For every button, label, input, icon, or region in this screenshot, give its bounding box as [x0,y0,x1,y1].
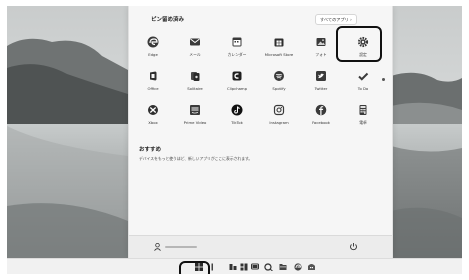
app-tile-twitter[interactable]: Twitter [302,67,340,99]
app-tile-photos[interactable]: フォト [302,33,340,65]
app-label: Twitter [314,86,328,91]
settings-highlight-annotation [336,26,382,62]
photos-icon [316,38,326,46]
app-label: 電卓 [359,120,367,125]
app-tile-calculator[interactable]: 電卓 [344,101,382,133]
recommended-empty-text: デバイスをもっと使うほど、新しいアプリがここに表示されます。 [139,156,253,161]
app-label: Clipchamp [226,86,248,91]
app-tile-tiktok[interactable]: TikTok [218,101,256,133]
prime-video-icon [190,105,200,115]
app-label: Instagram [269,120,289,125]
user-icon[interactable] [154,243,161,251]
app-label: Solitaire [187,86,203,91]
store-icon[interactable] [294,263,302,271]
app-tile-edge[interactable]: Edge [134,33,172,65]
app-label: Facebook [312,120,330,125]
app-label: Edge [148,52,158,57]
search-icon[interactable] [210,263,214,271]
task-view-icon[interactable] [229,263,237,271]
recommended-section-title: おすすめ [139,147,162,153]
app-tile-clipchamp[interactable]: Clipchamp [218,67,256,99]
app-label: Microsoft Store [264,52,294,57]
clipchamp-icon [232,71,242,81]
app-label: カレンダー [227,52,247,57]
store-icon [274,38,284,47]
instagram-icon [273,104,285,116]
app-label: Spotify [272,86,286,91]
app-tile-todo[interactable]: To Do [344,67,382,99]
app-tile-mail[interactable]: メール [176,33,214,65]
app-tile-instagram[interactable]: Instagram [260,101,298,133]
facebook-icon [315,104,327,116]
taskbar [7,258,462,274]
user-name-redacted[interactable] [165,246,197,248]
solitaire-icon [191,72,200,81]
app-tile-solitaire[interactable]: Solitaire [176,67,214,99]
screen: ピン留め済み すべてのアプリ › Edge メール カレンダー Microsof… [7,6,462,274]
app-tile-microsoft-store[interactable]: Microsoft Store [260,33,298,65]
app-tile-office[interactable]: Office [134,67,172,99]
xbox-icon [148,105,158,115]
calculator-icon [359,105,367,115]
twitter-icon [316,71,326,81]
folder-icon[interactable] [264,263,273,271]
pinned-section-title: ピン留め済み [151,17,185,23]
app-tile-spotify[interactable]: Spotify [260,67,298,99]
edge-icon [147,36,159,48]
todo-check-icon [358,72,369,81]
all-apps-button[interactable]: すべてのアプリ › [315,14,357,25]
chat-icon[interactable] [251,263,259,271]
start-button-highlight-annotation [179,261,210,274]
tiktok-icon [231,104,243,116]
app-label: メール [189,52,201,57]
app-label: To Do [357,86,369,91]
app-label: Xbox [148,120,158,125]
app-tile-prime-video[interactable]: Prime Video [176,101,214,133]
app-tile-calendar[interactable]: カレンダー [218,33,256,65]
app-tile-xbox[interactable]: Xbox [134,101,172,133]
spotify-icon [274,71,284,81]
user-bar [129,235,392,258]
edge-icon[interactable] [279,263,287,271]
store-icon[interactable] [307,263,316,271]
mail-icon [190,38,200,46]
widgets-icon[interactable] [240,263,248,271]
power-icon[interactable] [349,242,358,251]
page-indicator-dot[interactable] [382,78,385,81]
app-label: フォト [315,52,327,57]
calendar-icon [232,37,242,47]
office-icon [150,71,157,81]
app-label: Prime Video [183,120,207,125]
app-tile-facebook[interactable]: Facebook [302,101,340,133]
app-label: Office [147,86,159,91]
app-label: TikTok [231,120,243,125]
